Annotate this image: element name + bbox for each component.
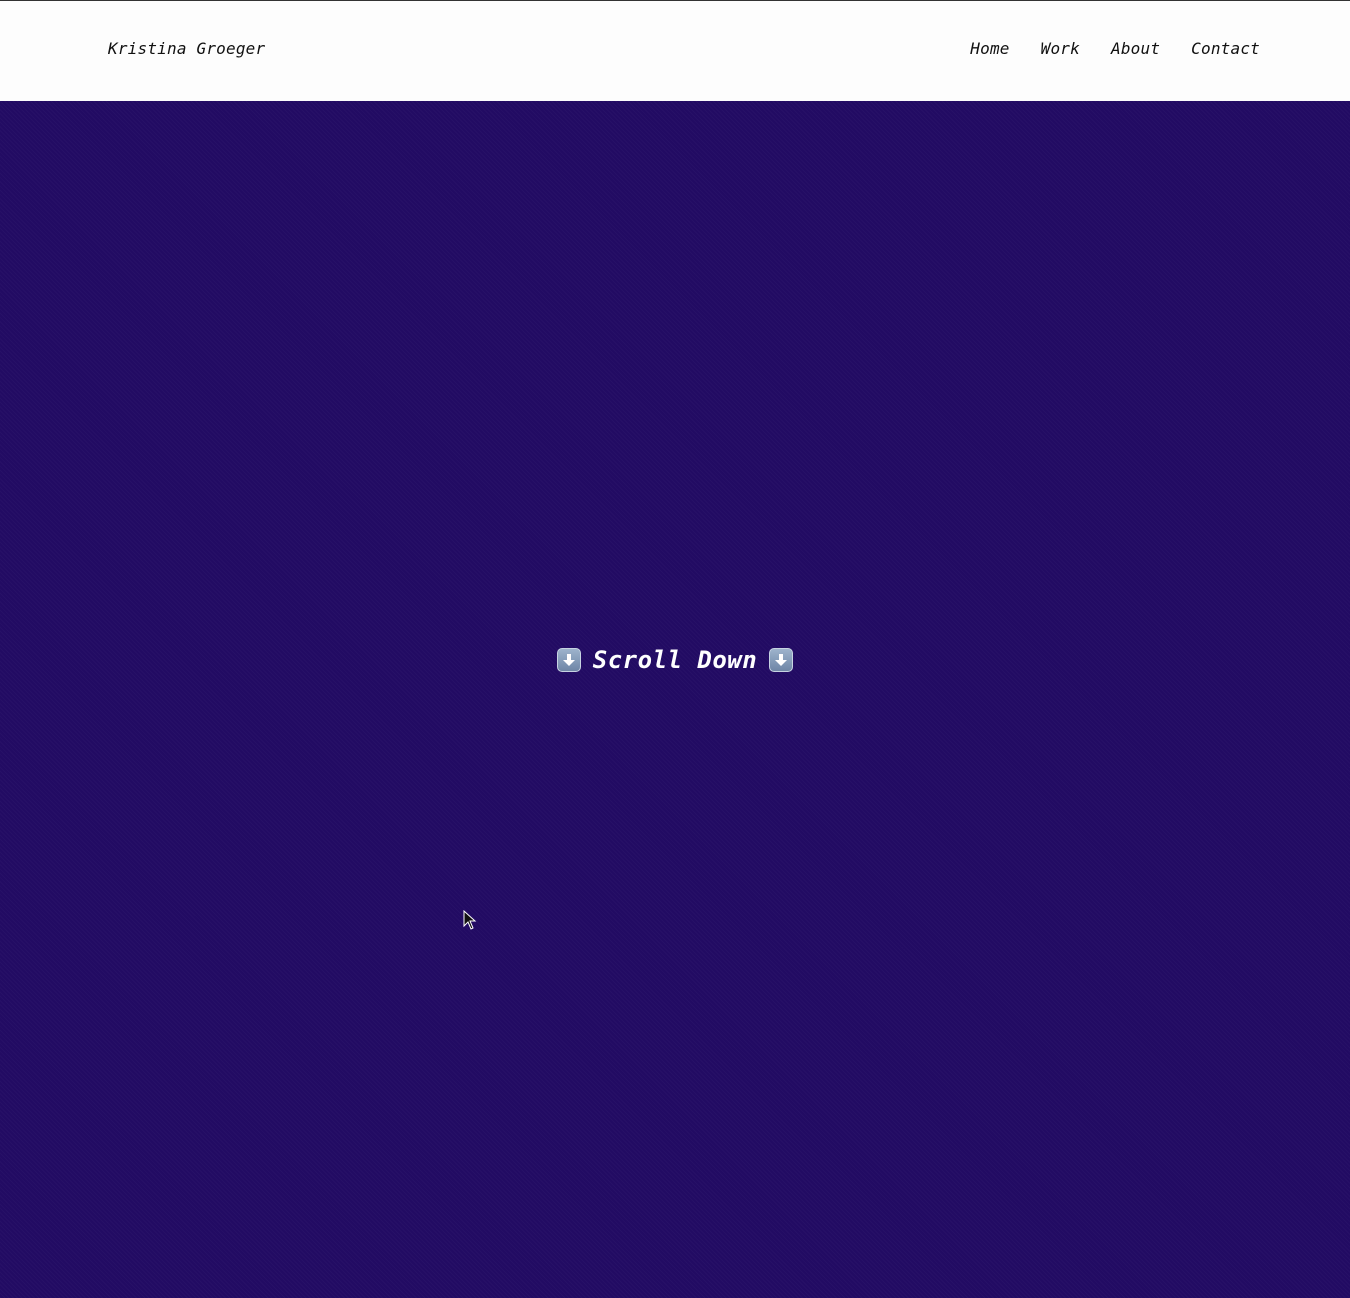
nav-home[interactable]: Home: [970, 39, 1009, 58]
main-nav: Home Work About Contact: [970, 39, 1260, 58]
site-header: Kristina Groeger Home Work About Contact: [0, 1, 1350, 101]
nav-work[interactable]: Work: [1041, 39, 1080, 58]
scroll-down-cta[interactable]: Scroll Down: [0, 646, 1350, 674]
page: Kristina Groeger Home Work About Contact…: [0, 0, 1350, 1298]
scroll-down-label: Scroll Down: [592, 646, 758, 674]
down-arrow-icon: [556, 648, 581, 672]
mouse-cursor-icon: [463, 910, 477, 930]
down-arrow-icon: [769, 648, 794, 672]
hero-section: Scroll Down: [0, 101, 1350, 1298]
nav-about[interactable]: About: [1111, 39, 1160, 58]
site-title-link[interactable]: Kristina Groeger: [108, 39, 265, 58]
nav-contact[interactable]: Contact: [1191, 39, 1260, 58]
